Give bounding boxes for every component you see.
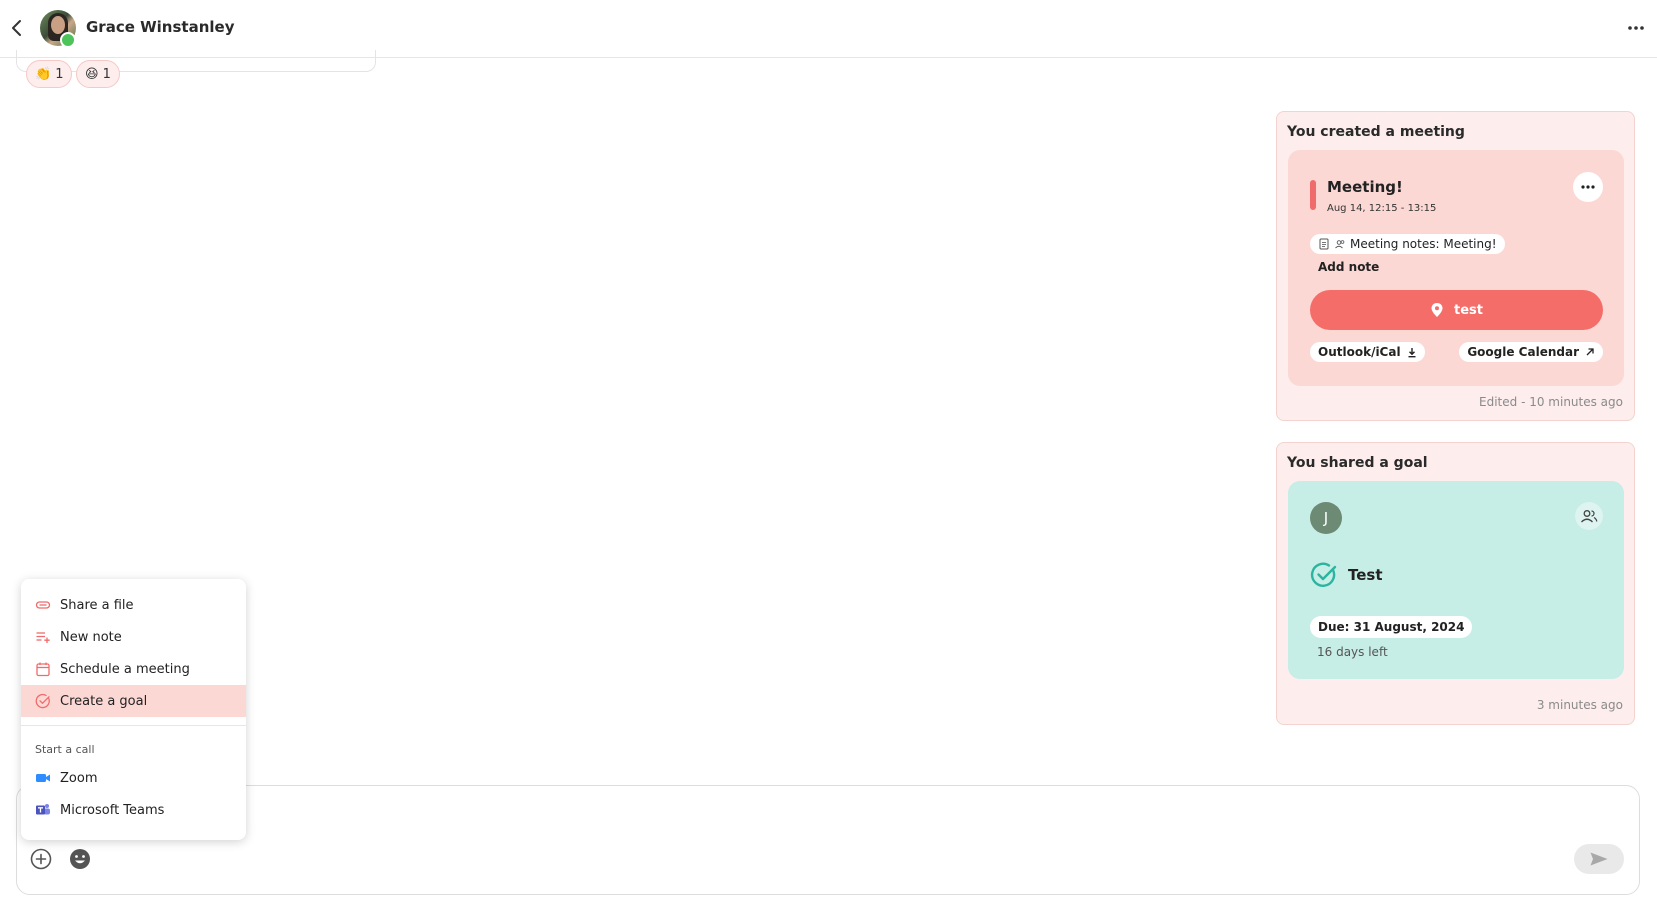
menu-item-share-file[interactable]: Share a file [21, 589, 246, 621]
calendar-icon [35, 661, 51, 677]
more-options-button[interactable] [1625, 18, 1647, 38]
menu-item-label: Zoom [60, 770, 98, 786]
outlook-ical-button[interactable]: Outlook/iCal [1310, 342, 1425, 362]
composer-actions-menu: Share a file New note Schedule a meeting… [21, 579, 246, 840]
menu-section-title: Start a call [35, 743, 95, 756]
chevron-left-icon [12, 20, 21, 36]
emoji-icon [70, 849, 90, 869]
goal-name: Test [1348, 566, 1383, 584]
card-title: You shared a goal [1287, 455, 1428, 471]
outlook-ical-label: Outlook/iCal [1318, 345, 1401, 359]
people-icon [1335, 240, 1345, 249]
menu-item-microsoft-teams[interactable]: Microsoft Teams [21, 794, 246, 826]
reaction-clap[interactable]: 👏 1 [26, 60, 73, 88]
menu-item-zoom[interactable]: Zoom [21, 762, 246, 794]
reaction-count: 1 [55, 66, 64, 82]
emoji-button[interactable] [68, 847, 92, 871]
goal-message-card: You shared a goal J Test Due: 31 August,… [1276, 442, 1635, 725]
meeting-notes-chip[interactable]: Meeting notes: Meeting! [1310, 234, 1505, 254]
download-icon [1408, 347, 1416, 357]
external-link-icon [1586, 348, 1594, 356]
meeting-color-bar [1310, 180, 1316, 210]
menu-item-label: Share a file [60, 597, 134, 613]
meeting-title: Meeting! [1327, 178, 1403, 196]
goal-check-icon [35, 693, 51, 709]
location-pin-icon [1431, 303, 1443, 317]
note-add-icon [35, 629, 51, 645]
document-icon [1319, 238, 1329, 250]
zoom-icon [35, 770, 51, 786]
meeting-edited-timestamp: Edited - 10 minutes ago [1479, 395, 1623, 409]
send-button[interactable] [1574, 844, 1624, 874]
contact-name[interactable]: Grace Winstanley [86, 18, 234, 36]
menu-item-label: Schedule a meeting [60, 661, 190, 677]
menu-item-label: Create a goal [60, 693, 148, 709]
avatar-face [51, 16, 65, 34]
menu-item-label: New note [60, 629, 122, 645]
meeting-location-label: test [1454, 302, 1483, 318]
menu-item-new-note[interactable]: New note [21, 621, 246, 653]
more-horizontal-icon [1628, 26, 1644, 30]
google-calendar-button[interactable]: Google Calendar [1459, 342, 1603, 362]
goal-check-icon [1310, 562, 1337, 587]
goal-details[interactable]: J Test Due: 31 August, 2024 16 days left [1288, 481, 1624, 679]
goal-timestamp: 3 minutes ago [1536, 698, 1623, 712]
reaction-laugh[interactable]: 😆 1 [76, 60, 120, 88]
menu-item-schedule-meeting[interactable]: Schedule a meeting [21, 653, 246, 685]
goal-due-date: Due: 31 August, 2024 [1310, 616, 1473, 638]
people-icon [1581, 510, 1598, 523]
reaction-count: 1 [102, 66, 111, 82]
add-note-link[interactable]: Add note [1318, 260, 1379, 274]
menu-divider [21, 725, 246, 726]
more-horizontal-icon [1581, 185, 1595, 189]
meeting-details[interactable]: Meeting! Aug 14, 12:15 - 13:15 Meeting n… [1288, 150, 1624, 386]
reaction-emoji: 😆 [85, 66, 99, 82]
google-calendar-label: Google Calendar [1467, 345, 1579, 359]
meeting-time: Aug 14, 12:15 - 13:15 [1327, 203, 1437, 214]
online-status-dot [60, 32, 76, 48]
goal-share-button[interactable] [1575, 502, 1603, 530]
send-icon [1590, 852, 1608, 866]
meeting-notes-label: Meeting notes: Meeting! [1350, 237, 1497, 251]
meeting-message-card: You created a meeting Meeting! Aug 14, 1… [1276, 111, 1635, 421]
meeting-more-button[interactable] [1573, 172, 1603, 202]
plus-circle-icon [30, 848, 52, 870]
meeting-location-button[interactable]: test [1310, 290, 1603, 330]
goal-owner-avatar: J [1310, 502, 1342, 534]
goal-days-left: 16 days left [1317, 645, 1388, 659]
paperclip-icon [35, 597, 51, 613]
teams-icon [35, 802, 51, 818]
add-attachment-button[interactable] [29, 847, 53, 871]
menu-item-create-goal[interactable]: Create a goal [21, 685, 246, 717]
menu-item-label: Microsoft Teams [60, 802, 165, 818]
back-button[interactable] [6, 16, 28, 40]
card-title: You created a meeting [1287, 124, 1465, 140]
reaction-emoji: 👏 [35, 66, 52, 82]
message-composer[interactable] [16, 785, 1640, 895]
